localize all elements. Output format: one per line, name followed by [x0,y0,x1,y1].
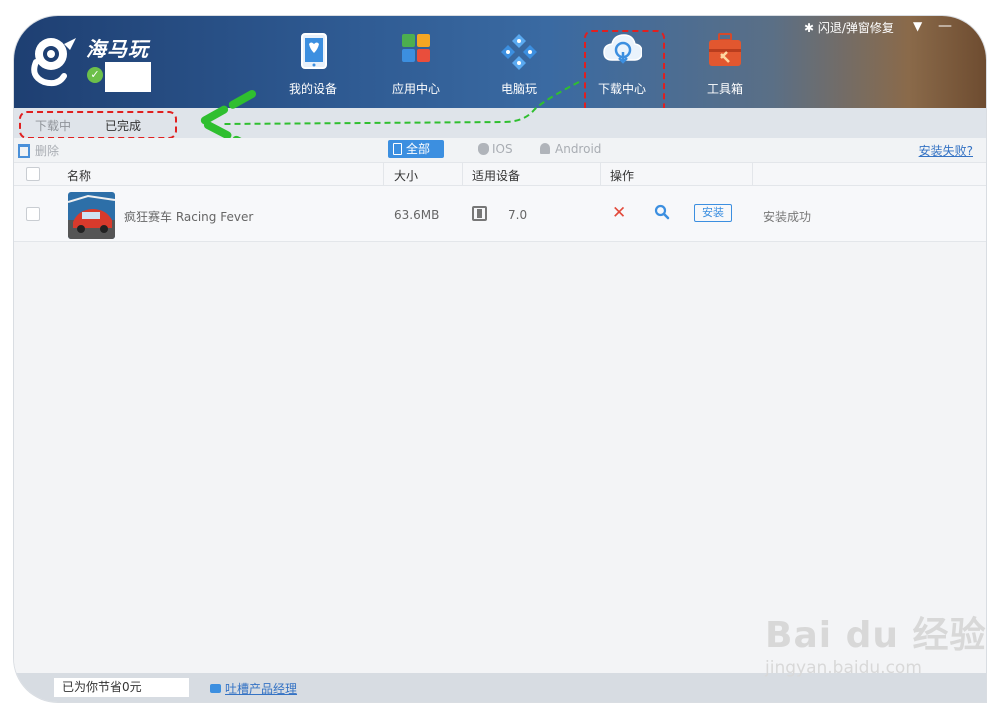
trash-icon [18,144,30,158]
column-divider [600,163,601,185]
wrench-icon: ✱ [804,21,815,35]
delete-button[interactable]: 删除 [18,142,59,159]
phone-icon [393,143,402,155]
watermark-brand: Bai du 经验 [765,615,987,656]
column-name: 名称 [67,169,92,183]
toolbar: 删除 全部 IOS Android 安装失败? [14,138,986,162]
android-icon [540,143,550,154]
filter-android-label: Android [555,142,602,156]
filter-ios[interactable]: IOS [478,140,513,158]
filter-all-label: 全部 [406,142,431,156]
online-check-icon: ✓ [87,67,103,83]
table-header: 名称 大小 适用设备 操作 [14,162,986,186]
app-size: 63.6MB [394,208,440,222]
filter-ios-label: IOS [492,142,513,156]
filter-android[interactable]: Android [540,140,601,158]
app-version: 7.0 [508,208,528,222]
delete-row-icon[interactable]: ✕ [612,203,626,223]
search-icon[interactable] [654,204,670,220]
crash-repair-button[interactable]: ✱ 闪退/弹窗修复 [804,19,894,36]
nav-toolbox[interactable]: 工具箱 [680,16,770,108]
watermark-url: jingyan.baidu.com [765,658,922,678]
racing-fever-app-icon [68,192,115,239]
column-divider [752,163,753,185]
menu-dropdown-icon[interactable]: ▼ [913,19,922,33]
delete-label: 删除 [35,144,60,158]
select-all-checkbox[interactable] [26,167,40,181]
install-button[interactable]: 安装 [694,204,732,222]
user-name[interactable] [105,62,151,92]
column-size: 大小 [394,169,419,183]
savings-text: 已为你节省0元 [54,678,189,697]
apple-icon [478,143,489,155]
feedback-label: 吐槽产品经理 [225,682,298,696]
baidu-watermark: Bai du 经验 jingyan.baidu.com [765,606,987,678]
column-device: 适用设备 [472,169,521,183]
brand-name: 海马玩 [86,37,149,61]
column-actions: 操作 [610,169,635,183]
column-divider [383,163,384,185]
crash-repair-label: 闪退/弹窗修复 [817,21,894,35]
tabs-highlight [19,111,177,139]
filter-all[interactable]: 全部 [388,140,445,158]
seahorse-logo-icon [31,38,76,87]
app-window: 海马玩 ✓ 我的设备 应用中心 电脑玩 下载中心 工具箱 ✱ 闪退/弹窗修复 ▼… [14,16,986,702]
toolbox-icon [709,33,741,66]
minimize-button[interactable]: — [938,18,952,34]
install-status: 安装成功 [763,210,812,224]
app-name: 疯狂赛车 Racing Fever [124,210,254,224]
feedback-link[interactable]: 吐槽产品经理 [210,680,297,697]
row-checkbox[interactable] [26,207,40,221]
nav-label: 工具箱 [706,82,743,96]
table-row[interactable]: 疯狂赛车 Racing Fever 63.6MB 7.0 ✕ 安装 安装成功 [14,186,986,242]
device-type-icon [472,206,487,221]
column-divider [462,163,463,185]
chat-bubble-icon [210,684,221,693]
install-failed-link[interactable]: 安装失败? [919,142,973,159]
